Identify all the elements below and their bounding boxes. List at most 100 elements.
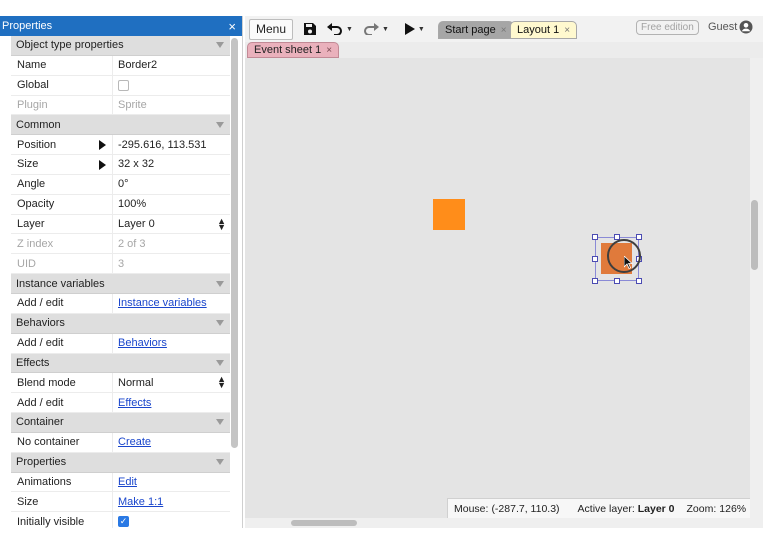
user-name[interactable]: Guest bbox=[708, 21, 737, 33]
collapse-triangle-icon[interactable] bbox=[216, 121, 224, 128]
property-label: Name bbox=[17, 59, 47, 72]
layer-select-value[interactable]: Layer 0 bbox=[118, 218, 155, 230]
select-spinner-icon[interactable]: ▲ ▼ bbox=[217, 375, 226, 390]
opacity-value[interactable]: 100% bbox=[118, 198, 146, 210]
tab-close-icon[interactable]: × bbox=[564, 25, 570, 36]
property-label: Opacity bbox=[17, 198, 55, 211]
property-value-cell: ✓ bbox=[112, 512, 230, 528]
tab-start-page[interactable]: Start page × bbox=[438, 21, 514, 39]
property-label: Plugin bbox=[17, 98, 48, 111]
property-label: Layer bbox=[17, 218, 45, 231]
tab-event-sheet[interactable]: Event sheet 1 × bbox=[247, 42, 340, 58]
resize-handle[interactable] bbox=[636, 234, 642, 240]
blend-mode-select-value[interactable]: Normal bbox=[118, 377, 153, 389]
play-dropdown-icon[interactable]: ▼ bbox=[418, 26, 425, 33]
property-row-z-index: Z index 2 of 3 bbox=[11, 234, 230, 255]
name-value[interactable]: Border2 bbox=[118, 59, 157, 71]
properties-scrollbar[interactable] bbox=[231, 38, 238, 448]
section-behaviors[interactable]: Behaviors bbox=[11, 313, 230, 334]
section-instance-variables[interactable]: Instance variables bbox=[11, 274, 230, 294]
collapse-triangle-icon[interactable] bbox=[216, 42, 224, 49]
property-value-cell: Sprite bbox=[112, 95, 230, 115]
create-link[interactable]: Create bbox=[118, 436, 151, 448]
property-label: Blend mode bbox=[17, 376, 76, 389]
effects-link[interactable]: Effects bbox=[118, 397, 151, 409]
collapse-triangle-icon[interactable] bbox=[216, 459, 224, 466]
property-value-cell: 32 x 32 bbox=[99, 155, 230, 174]
resize-handle[interactable] bbox=[592, 234, 598, 240]
initially-visible-checkbox[interactable]: ✓ bbox=[118, 516, 129, 528]
instance-variables-link[interactable]: Instance variables bbox=[118, 297, 207, 309]
property-label: Z index bbox=[17, 237, 54, 250]
angle-value[interactable]: 0° bbox=[118, 178, 129, 190]
horizontal-scrollbar-thumb[interactable] bbox=[291, 520, 357, 526]
expand-arrow-icon[interactable] bbox=[99, 140, 106, 151]
global-checkbox[interactable] bbox=[118, 79, 129, 91]
menu-button[interactable]: Menu bbox=[249, 18, 294, 40]
resize-handle[interactable] bbox=[614, 278, 620, 284]
sprite-orange-square[interactable] bbox=[433, 199, 465, 230]
property-row-position: Position -295.616, 113.531 bbox=[11, 135, 230, 156]
layout-canvas[interactable] bbox=[245, 58, 750, 518]
edit-link[interactable]: Edit bbox=[118, 476, 137, 488]
vertical-scrollbar-thumb[interactable] bbox=[751, 200, 758, 270]
property-value-cell: Normal ▲ ▼ bbox=[112, 373, 230, 393]
property-row-angle: Angle 0° bbox=[11, 174, 230, 195]
property-label: Angle bbox=[17, 178, 46, 191]
property-row-no-container: No container Create bbox=[11, 432, 230, 453]
position-value[interactable]: -295.616, 113.531 bbox=[118, 139, 206, 151]
redo-dropdown-icon[interactable]: ▼ bbox=[382, 26, 389, 33]
resize-handle[interactable] bbox=[592, 278, 598, 284]
property-value-cell: Instance variables bbox=[112, 293, 230, 313]
section-effects[interactable]: Effects bbox=[11, 353, 230, 374]
plugin-value: Sprite bbox=[118, 98, 147, 111]
expand-arrow-icon[interactable] bbox=[99, 160, 106, 171]
collapse-triangle-icon[interactable] bbox=[216, 320, 224, 327]
resize-handle[interactable] bbox=[592, 256, 598, 262]
property-row-size: Size Make 1:1 bbox=[11, 492, 230, 513]
section-object-type-properties[interactable]: Object type properties bbox=[11, 36, 230, 56]
property-value-cell: 2 of 3 bbox=[112, 234, 230, 254]
property-label: Animations bbox=[17, 475, 72, 488]
collapse-triangle-icon[interactable] bbox=[216, 359, 224, 366]
save-icon[interactable] bbox=[303, 22, 317, 36]
select-spinner-icon[interactable]: ▲ ▼ bbox=[217, 216, 226, 231]
status-bar: Mouse: (-287.7, 110.3) Active layer: Lay… bbox=[447, 498, 750, 518]
property-label: Add / edit bbox=[17, 396, 64, 409]
undo-dropdown-icon[interactable]: ▼ bbox=[346, 26, 353, 33]
make-1-1-link[interactable]: Make 1:1 bbox=[118, 496, 163, 508]
mouse-cursor-icon bbox=[623, 255, 634, 272]
property-row-add-edit: Add / edit Instance variables bbox=[11, 293, 230, 314]
section-properties[interactable]: Properties bbox=[11, 452, 230, 473]
undo-icon[interactable]: ▼ bbox=[327, 23, 353, 35]
property-row-plugin: Plugin Sprite bbox=[11, 95, 230, 116]
property-row-opacity: Opacity 100% bbox=[11, 194, 230, 215]
play-icon[interactable]: ▼ bbox=[404, 23, 425, 35]
property-label: Add / edit bbox=[17, 337, 64, 350]
section-common[interactable]: Common bbox=[11, 115, 230, 136]
section-label: Behaviors bbox=[16, 317, 65, 330]
properties-title: Properties bbox=[2, 20, 53, 32]
property-label: Add / edit bbox=[17, 297, 64, 310]
resize-handle[interactable] bbox=[636, 278, 642, 284]
property-label: Size bbox=[17, 495, 39, 508]
property-label: No container bbox=[17, 436, 80, 449]
vertical-scrollbar-track[interactable] bbox=[750, 58, 763, 518]
tab-close-icon[interactable]: × bbox=[501, 25, 507, 36]
free-edition-badge[interactable]: Free edition bbox=[636, 20, 699, 35]
collapse-triangle-icon[interactable] bbox=[216, 280, 224, 287]
property-row-blend-mode: Blend mode Normal ▲ ▼ bbox=[11, 373, 230, 394]
section-label: Common bbox=[16, 118, 61, 131]
behaviors-link[interactable]: Behaviors bbox=[118, 337, 167, 349]
property-value-cell: Make 1:1 bbox=[112, 492, 230, 512]
section-container[interactable]: Container bbox=[11, 413, 230, 433]
collapse-triangle-icon[interactable] bbox=[216, 419, 224, 426]
size-value[interactable]: 32 x 32 bbox=[118, 158, 154, 170]
user-avatar-icon[interactable] bbox=[739, 20, 753, 37]
close-icon[interactable]: × bbox=[228, 20, 236, 33]
tab-close-icon[interactable]: × bbox=[326, 45, 332, 56]
section-label: Instance variables bbox=[16, 277, 105, 290]
property-value-cell: 0° bbox=[112, 174, 230, 194]
tab-layout-1[interactable]: Layout 1 × bbox=[510, 21, 578, 39]
redo-icon[interactable]: ▼ bbox=[363, 23, 389, 35]
